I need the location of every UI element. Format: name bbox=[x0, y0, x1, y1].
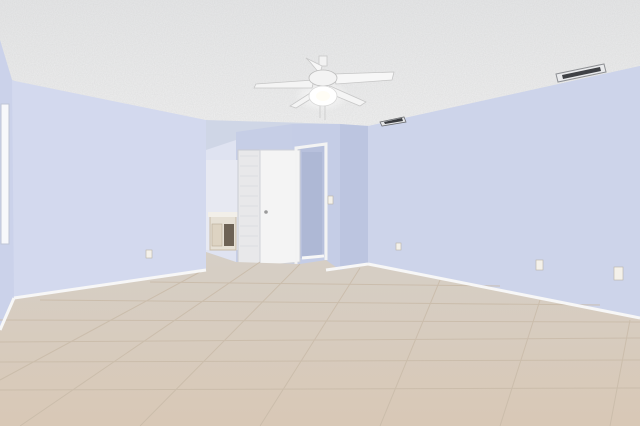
light-switch bbox=[327, 195, 334, 205]
bedroom-door bbox=[237, 149, 301, 267]
outlet-right-wall-2 bbox=[613, 266, 624, 281]
outlet-right-wall-1 bbox=[535, 259, 544, 271]
outlet-left-wall bbox=[145, 249, 153, 259]
room-photo bbox=[0, 0, 640, 426]
window bbox=[0, 103, 10, 245]
outlet-back-wall bbox=[395, 242, 402, 251]
room-illustration bbox=[0, 0, 640, 426]
